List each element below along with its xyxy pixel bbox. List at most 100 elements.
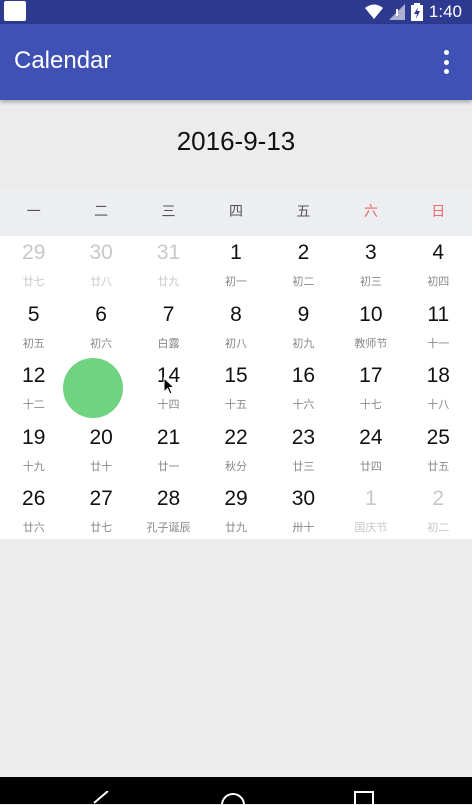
battery-icon	[410, 3, 423, 21]
day-number: 16	[291, 364, 316, 387]
day-cell[interactable]: 8 初八	[202, 298, 269, 359]
day-cell[interactable]: 9 初九	[270, 298, 337, 359]
day-number: 10	[359, 302, 383, 326]
day-cell[interactable]: 16 十六	[270, 359, 337, 420]
day-cell[interactable]: 29 廿七	[0, 236, 67, 297]
day-number: 4	[432, 241, 445, 264]
weekday-label: 四	[228, 204, 243, 220]
day-cell[interactable]: 23 廿三	[270, 421, 337, 482]
day-number: 17	[359, 364, 383, 387]
day-number: 29	[22, 241, 46, 264]
day-number: 26	[22, 487, 46, 510]
day-cell[interactable]: 11 十一	[405, 298, 472, 359]
day-number: 3	[365, 241, 377, 264]
day-number: 1	[365, 487, 377, 510]
day-cell[interactable]: 2 初二	[405, 482, 472, 543]
day-cell[interactable]: 29 廿九	[202, 482, 269, 543]
day-number: 30	[89, 241, 113, 264]
day-cell[interactable]: 30 卅十	[270, 482, 337, 543]
lunar-date: 廿十	[90, 459, 113, 473]
day-cell[interactable]: 2 初二	[270, 236, 337, 297]
day-number: 23	[291, 425, 316, 449]
day-cell[interactable]: 4 初四	[405, 236, 472, 297]
day-cell[interactable]: 1 国庆节	[337, 482, 404, 543]
weekday-label: 三	[161, 204, 176, 220]
app-title: Calendar	[14, 47, 112, 74]
mouse-cursor-icon	[163, 377, 175, 395]
lunar-date: 初五	[22, 336, 45, 350]
day-number: 20	[89, 425, 113, 449]
day-cell[interactable]: 17 十七	[337, 359, 404, 420]
lunar-date: 廿七	[90, 521, 113, 534]
lunar-date: 初二	[292, 275, 315, 288]
navigation-bar	[0, 777, 472, 805]
recents-icon[interactable]	[354, 791, 374, 805]
day-number: 19	[22, 425, 46, 449]
day-cell[interactable]: 28 孔子诞辰	[135, 482, 202, 543]
day-cell[interactable]: 19 十九	[0, 421, 67, 482]
day-cell[interactable]: 18 十八	[405, 359, 472, 420]
day-number: 29	[224, 487, 248, 510]
day-cell[interactable]: 3 初三	[337, 236, 404, 297]
lunar-date: 初一	[224, 275, 247, 288]
day-cell[interactable]: 15 十五	[202, 359, 269, 420]
day-number: 2	[297, 241, 310, 264]
weekday-header: 一二三四五六日	[0, 189, 472, 236]
day-cell[interactable]: 24 廿四	[337, 421, 404, 482]
day-cell[interactable]: 21 廿一	[135, 421, 202, 482]
lunar-date: 十一	[427, 336, 450, 350]
day-number: 30	[291, 487, 316, 510]
day-cell[interactable]: 25 廿五	[405, 421, 472, 482]
lunar-date: 初四	[427, 275, 450, 288]
lunar-date: 教师节	[354, 336, 388, 350]
lunar-date: 十六	[292, 398, 315, 411]
day-cell[interactable]: 1 初一	[202, 236, 269, 297]
more-options-icon[interactable]	[436, 48, 456, 76]
day-number: 15	[224, 364, 248, 387]
lunar-date: 孔子诞辰	[146, 521, 191, 534]
day-number: 18	[426, 364, 450, 387]
home-icon[interactable]	[220, 791, 246, 805]
day-cell[interactable]: 27 廿七	[67, 482, 134, 543]
day-number: 27	[89, 487, 113, 510]
day-cell[interactable]: 30 廿八	[67, 236, 134, 297]
back-icon[interactable]	[90, 791, 112, 805]
day-cell[interactable]: 22 秋分	[202, 421, 269, 482]
lunar-date: 十八	[427, 398, 450, 411]
lunar-date: 初八	[224, 336, 247, 350]
lunar-date: 国庆节	[354, 521, 388, 534]
app-bar: Calendar	[0, 24, 472, 100]
notification-icon	[4, 1, 26, 21]
day-number: 24	[359, 425, 383, 449]
day-number: 1	[230, 241, 242, 264]
status-bar: 1:40	[0, 0, 472, 24]
lunar-date: 廿七	[22, 275, 45, 288]
day-cell[interactable]: 5 初五	[0, 298, 67, 359]
day-cell[interactable]: 12 十二	[0, 359, 67, 420]
status-time: 1:40	[428, 2, 462, 21]
lunar-date: 卅十	[292, 521, 315, 534]
day-number: 6	[95, 302, 107, 326]
day-number: 8	[230, 302, 242, 326]
lunar-date: 秋分	[224, 459, 247, 473]
day-cell[interactable]: 20 廿十	[67, 421, 134, 482]
day-cell[interactable]: 7 白露	[135, 298, 202, 359]
day-number: 21	[156, 425, 181, 449]
day-cell[interactable]: 10 教师节	[337, 298, 404, 359]
signal-icon	[388, 4, 405, 20]
lunar-date: 十九	[22, 459, 45, 473]
lunar-date: 廿八	[90, 275, 113, 288]
selected-day-highlight	[63, 358, 123, 418]
day-cell[interactable]: 26 廿六	[0, 482, 67, 543]
day-cell[interactable]: 31 廿九	[135, 236, 202, 297]
day-cell[interactable]: 6 初六	[67, 298, 134, 359]
day-number: 11	[427, 302, 450, 326]
lunar-date: 廿六	[22, 521, 45, 534]
weekday-label: 五	[296, 204, 311, 220]
weekday-label: 一	[26, 204, 41, 220]
wifi-icon	[364, 4, 383, 19]
date-header: 2016-9-13	[176, 126, 296, 156]
lunar-date: 十二	[22, 398, 45, 411]
lunar-date: 廿四	[359, 459, 382, 473]
day-number: 12	[22, 364, 46, 387]
